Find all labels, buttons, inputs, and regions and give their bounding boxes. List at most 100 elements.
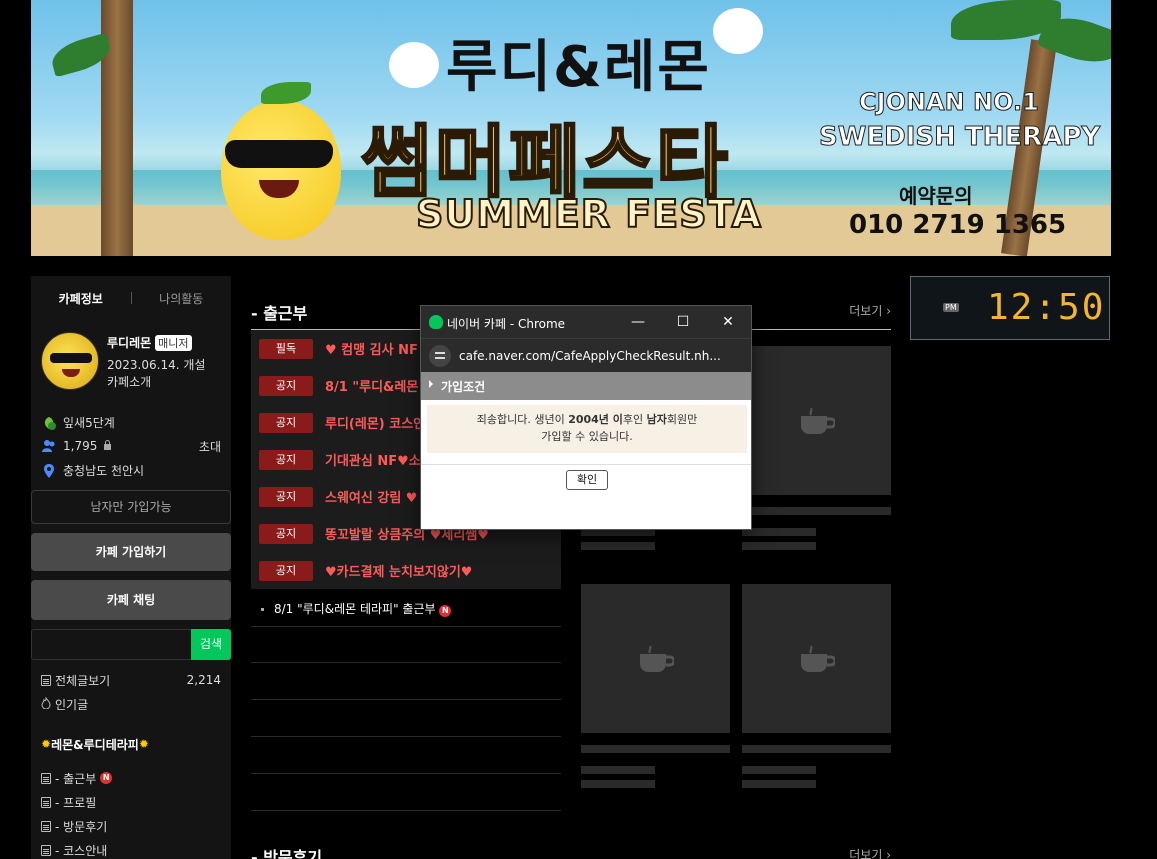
skeleton-line [742, 528, 816, 536]
sun-icon: ✹ [138, 737, 149, 751]
reviews-board-header: - 방문후기 더보기 › [251, 840, 891, 859]
cafe-members[interactable]: 1,795 [41, 438, 112, 454]
skeleton-line [581, 542, 655, 550]
minimize-icon[interactable]: — [627, 312, 649, 332]
cafe-level: 잎새5단계 [41, 414, 115, 431]
notice-title[interactable]: 기대관심 NF♥소 [325, 450, 421, 469]
fire-icon [41, 695, 51, 712]
document-icon [41, 796, 51, 808]
confirm-button[interactable]: 확인 [566, 470, 608, 490]
menu-popular[interactable]: 인기글 [41, 692, 221, 716]
lemon-leaf [261, 82, 311, 104]
coffee-cup-icon [801, 407, 835, 434]
notice-title[interactable]: 8/1 "루디&레몬 [325, 376, 418, 395]
skeleton-line [581, 745, 730, 753]
sidebar-tabs: 카페정보 나의활동 [31, 276, 231, 320]
skeleton-line [742, 507, 891, 515]
new-badge: N [439, 605, 452, 617]
post-row[interactable]: 8/1 "루디&레몬 테라피" 출근부 N [251, 590, 561, 627]
cafe-chat-button[interactable]: 카페 채팅 [31, 580, 231, 620]
join-condition-header: 가입조건 [421, 372, 751, 400]
cafe-avatar[interactable] [41, 332, 99, 390]
notice-title[interactable]: ♥ 컴맹 김사 NF [325, 339, 418, 358]
cafe-intro-link[interactable]: 카페소개 [107, 373, 151, 390]
coffee-cup-icon [640, 645, 674, 672]
skeleton-line [742, 780, 816, 788]
lock-icon [103, 439, 112, 453]
cafe-menu: 전체글보기 2,214 인기글 ✹ 레몬&루디테라피 ✹ - 출근부 N - 프… [41, 668, 221, 859]
menu-popular-label: 인기글 [55, 697, 89, 712]
more-link[interactable]: 더보기 › [849, 302, 891, 319]
banner-cloud-left [389, 42, 439, 88]
skeleton-line [742, 766, 816, 774]
menu-item-reviews[interactable]: - 방문후기 [41, 814, 221, 838]
location-pin-icon [41, 463, 57, 479]
menu-item-label: - 출근부 [55, 771, 97, 786]
message-line-1: 죄송합니다. 생년이 2004년 이후인 남자회원만 [427, 411, 747, 428]
sun-icon: ✹ [41, 737, 52, 751]
msg-mid: 후인 [622, 413, 647, 426]
thumbnail-placeholder[interactable] [742, 346, 891, 495]
reviews-more-link[interactable]: 더보기 › [849, 846, 891, 859]
popup-window-title: 네이버 카페 - Chrome [447, 317, 566, 331]
invite-button[interactable]: 초대 [199, 438, 221, 455]
maximize-icon[interactable]: ☐ [672, 312, 694, 332]
skeleton-line [742, 745, 891, 753]
tab-my-activity[interactable]: 나의활동 [132, 290, 232, 307]
site-settings-icon[interactable] [429, 345, 451, 367]
message-line-2: 가입할 수 있습니다. [541, 430, 633, 443]
reviews-board-title[interactable]: - 방문후기 [251, 844, 322, 859]
leaf-level-icon [41, 415, 57, 431]
cafe-sidebar: 카페정보 나의활동 루디레몬 매니저 2023.06.14. 개설 카페소개 잎새… [31, 276, 231, 859]
row-divider [251, 699, 561, 700]
cafe-created-date: 2023.06.14. 개설 [107, 358, 206, 372]
clock-time: 12:50 [987, 287, 1106, 328]
location-text: 충청남도 천안시 [63, 464, 145, 478]
menu-item-label: - 코스안내 [55, 843, 108, 858]
board-title[interactable]: - 출근부 [251, 300, 307, 324]
document-icon [41, 674, 51, 686]
row-divider [251, 736, 561, 737]
msg-male: 남자 [646, 413, 667, 426]
post-title-wrap: 8/1 "루디&레몬 테라피" 출근부 N [261, 600, 452, 617]
cafe-name[interactable]: 루디레몬 매니저 [107, 334, 192, 351]
join-check-popup: 네이버 카페 - Chrome — ☐ ✕ cafe.naver.com/Caf… [420, 305, 752, 530]
notice-tag: 공지 [259, 412, 313, 433]
search-button[interactable]: 검색 [191, 629, 231, 660]
menu-item-course[interactable]: - 코스안내 [41, 838, 221, 859]
popup-url: cafe.naver.com/CafeApplyCheckResult.nh..… [459, 349, 721, 363]
tab-cafe-info[interactable]: 카페정보 [31, 290, 131, 307]
notice-row[interactable]: 공지 ♥카드결제 눈치보지않기♥ [251, 552, 561, 589]
notice-title[interactable]: 스웨여신 강림 ♥ [325, 487, 417, 506]
post-title[interactable]: 8/1 "루디&레몬 테라피" 출근부 [274, 602, 436, 616]
more-label: 더보기 [849, 848, 883, 859]
banner-phone: 010 2719 1365 [849, 210, 1067, 240]
lemon-mascot [221, 82, 341, 240]
close-icon[interactable]: ✕ [717, 312, 739, 332]
notice-tag: 필독 [259, 338, 313, 359]
msg-post: 회원만 [666, 413, 698, 426]
thumbnail-placeholder[interactable] [742, 584, 891, 733]
thumbnail-placeholder[interactable] [581, 584, 730, 733]
row-divider [251, 810, 561, 811]
banner-title-top: 루디&레몬 [446, 35, 711, 100]
menu-all-posts[interactable]: 전체글보기 2,214 [41, 668, 221, 692]
row-divider [251, 662, 561, 663]
notice-tag: 공지 [259, 449, 313, 470]
new-badge: N [100, 772, 113, 784]
skeleton-line [581, 766, 655, 774]
notice-title[interactable]: ♥카드결제 눈치보지않기♥ [325, 561, 472, 580]
search-input[interactable] [32, 630, 192, 659]
msg-pre: 죄송합니다. 생년이 [476, 413, 569, 426]
banner-side-line2: SWEDISH THERAPY [818, 122, 1101, 153]
menu-item-profile[interactable]: - 프로필 [41, 790, 221, 814]
notice-tag: 공지 [259, 560, 313, 581]
cafe-banner: 루디&레몬 썸머페스타 SUMMER FESTA CJONAN NO.1 SWE… [31, 0, 1111, 256]
notice-title[interactable]: 루디(레몬) 코스인 [325, 413, 425, 432]
menu-item-attendance[interactable]: - 출근부 N [41, 766, 221, 790]
menu-all-count: 2,214 [186, 673, 221, 687]
menu-group-header: ✹ 레몬&루디테라피 ✹ [41, 732, 221, 756]
banner-side-line1: CJONAN NO.1 [859, 88, 1040, 117]
popup-titlebar[interactable]: 네이버 카페 - Chrome — ☐ ✕ [421, 306, 751, 338]
join-cafe-button[interactable]: 카페 가입하기 [31, 533, 231, 571]
